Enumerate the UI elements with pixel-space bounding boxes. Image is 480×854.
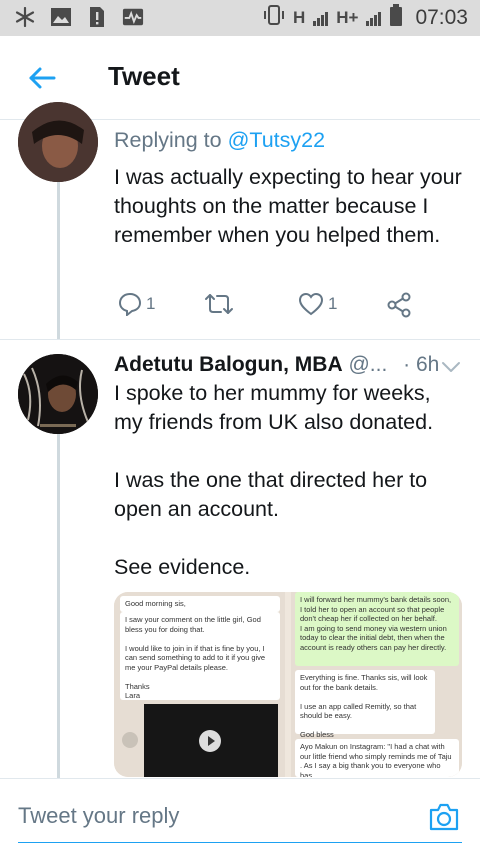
thread-line — [57, 430, 60, 778]
tweet-meta: Adetutu Balogun, MBA @... · 6h — [114, 353, 439, 377]
image-icon — [50, 6, 72, 28]
retweet-icon — [205, 294, 233, 314]
chat-screenshot-left[interactable]: Good morning sis, I saw your comment on … — [114, 592, 285, 777]
chat-bubble: Good morning sis, — [120, 596, 280, 612]
reply-icon — [118, 292, 142, 316]
status-system: H H+ 07:03 — [263, 4, 468, 31]
camera-icon — [429, 803, 459, 831]
camera-button[interactable] — [426, 799, 462, 835]
author-handle[interactable]: @... — [348, 353, 387, 376]
tweet-options-button[interactable] — [440, 356, 462, 378]
avatar[interactable] — [18, 102, 98, 182]
chat-bubble: Everything is fine. Thanks sis, will loo… — [295, 670, 435, 739]
network-type-2: H+ — [336, 7, 359, 27]
status-bar: H H+ 07:03 — [0, 0, 480, 36]
meta-separator: · — [403, 353, 411, 376]
status-notifications — [14, 6, 144, 28]
clock: 07:03 — [415, 5, 468, 29]
chat-bubble: I will forward her mummy's bank details … — [295, 592, 459, 666]
like-button[interactable]: 1 — [298, 292, 337, 316]
tweet-time: 6h — [416, 353, 440, 376]
tweet-divider — [0, 339, 480, 340]
sim-alert-icon — [86, 6, 108, 28]
video-thumbnail[interactable] — [144, 704, 278, 777]
reply-button[interactable]: 1 — [118, 292, 155, 316]
replying-handle-link[interactable]: @Tutsy22 — [228, 128, 326, 152]
replying-prefix: Replying to — [114, 128, 222, 152]
share-icon — [387, 292, 411, 318]
battery-icon — [389, 4, 403, 31]
tweet-actions: 1 1 — [114, 292, 434, 322]
avatar[interactable] — [18, 354, 98, 434]
signal-icon — [313, 10, 329, 26]
activity-icon — [122, 6, 144, 28]
chat-bubble: Ayo Makun on Instagram: "I had a chat wi… — [295, 739, 459, 777]
tweet-text: I spoke to her mummy for weeks, my frien… — [114, 381, 434, 579]
play-icon — [199, 730, 221, 752]
reply-input-underline — [18, 842, 462, 843]
share-button[interactable] — [386, 292, 412, 318]
snowflake-icon — [14, 6, 36, 28]
tweet-text: I was actually expecting to hear your th… — [114, 165, 462, 247]
reply-input[interactable]: Tweet your reply — [18, 803, 398, 833]
arrow-left-icon — [29, 67, 56, 89]
tweet-media[interactable]: Good morning sis, I saw your comment on … — [114, 592, 462, 777]
vibrate-icon — [263, 5, 285, 30]
replying-to: Replying to @Tutsy22 — [114, 128, 325, 153]
back-button[interactable] — [24, 60, 60, 96]
like-count: 1 — [328, 294, 338, 313]
retweet-button[interactable] — [204, 292, 238, 316]
reply-count: 1 — [146, 294, 156, 313]
author-name[interactable]: Adetutu Balogun, MBA — [114, 353, 343, 376]
chat-bubble: I saw your comment on the little girl, G… — [120, 612, 280, 700]
forward-icon — [122, 732, 138, 748]
heart-icon — [298, 292, 324, 316]
network-type-1: H — [292, 7, 306, 27]
page-title: Tweet — [108, 61, 180, 91]
thread-line — [57, 180, 60, 340]
reply-composer: Tweet your reply — [0, 778, 480, 854]
chat-screenshot-right[interactable]: I will forward her mummy's bank details … — [291, 592, 462, 777]
signal-icon-2 — [366, 10, 382, 26]
chevron-down-icon — [442, 362, 460, 372]
